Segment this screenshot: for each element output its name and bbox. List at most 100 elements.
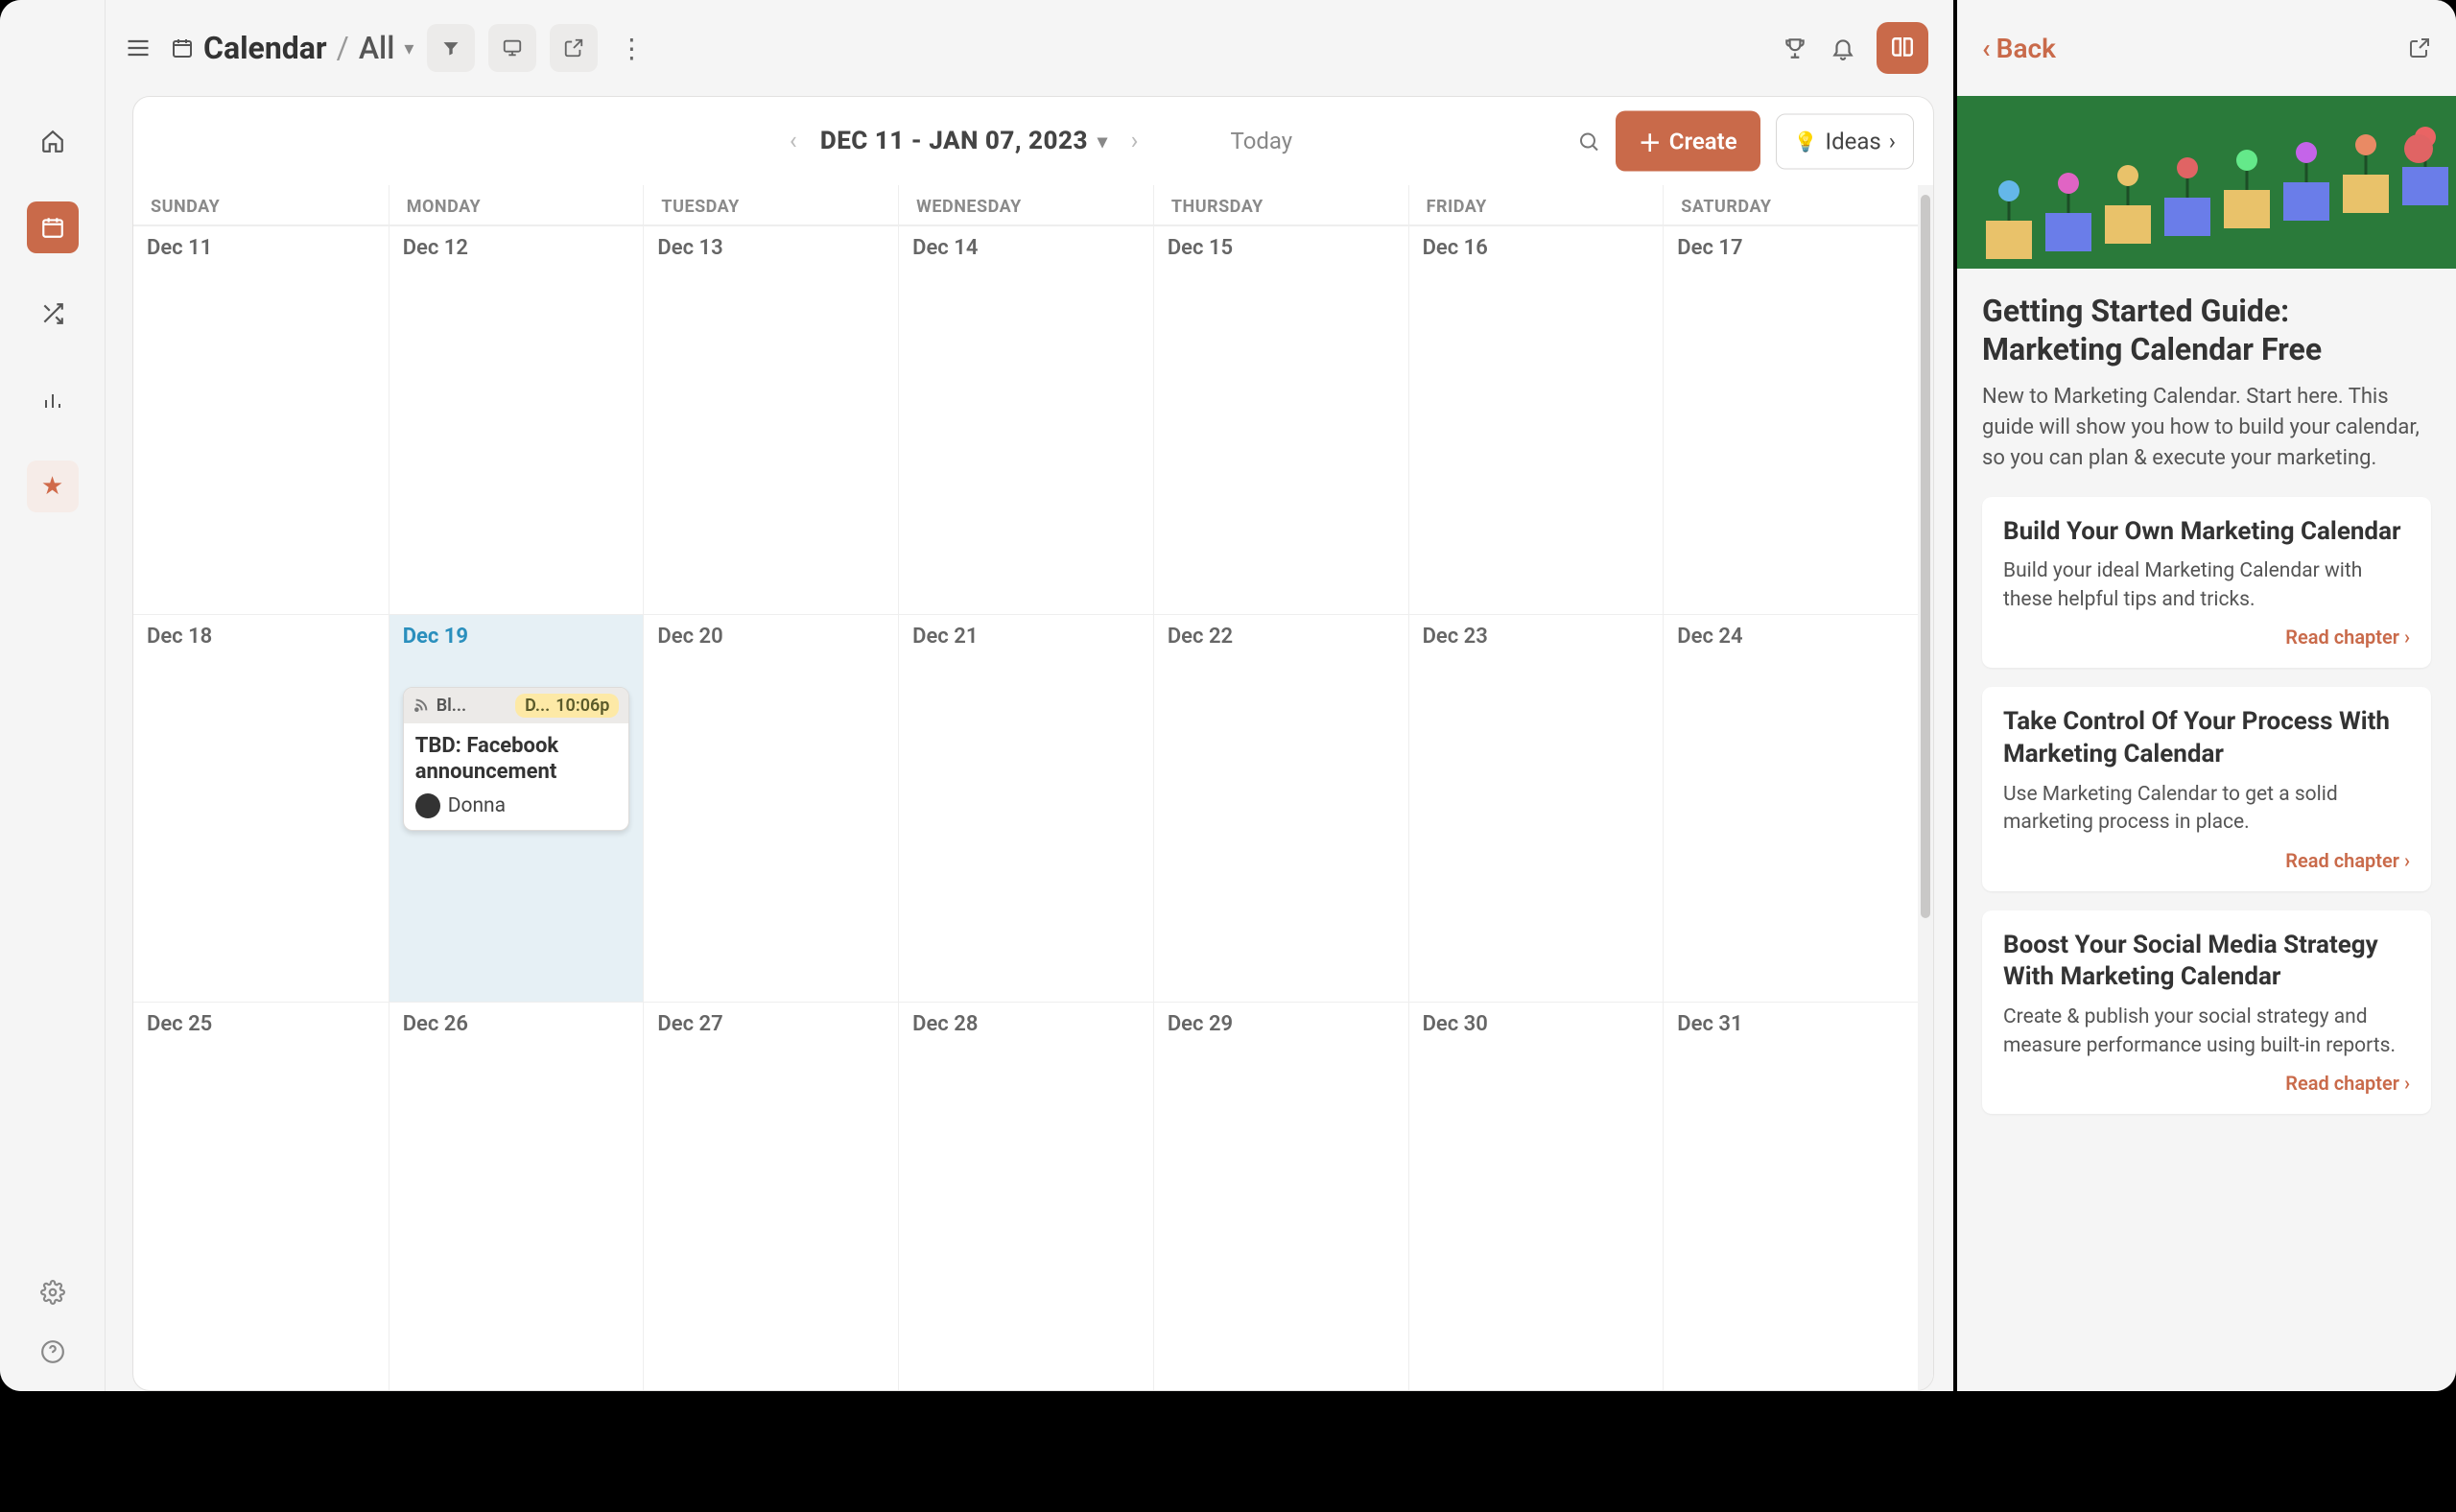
date-label: Dec 17 — [1677, 236, 1904, 260]
chapter-desc: Use Marketing Calendar to get a solid ma… — [2003, 781, 2410, 838]
date-label: Dec 20 — [657, 625, 885, 649]
avatar — [415, 793, 440, 818]
date-label: Dec 22 — [1168, 625, 1395, 649]
ideas-button[interactable]: 💡 Ideas › — [1776, 113, 1914, 169]
rss-icon — [413, 697, 429, 713]
calendar-cell[interactable]: Dec 16 — [1408, 226, 1664, 614]
chapter-title: Boost Your Social Media Strategy With Ma… — [2003, 930, 2410, 995]
date-label: Dec 23 — [1423, 625, 1650, 649]
calendar-icon — [171, 36, 194, 59]
date-label: Dec 21 — [912, 625, 1140, 649]
chapter-card[interactable]: Build Your Own Marketing CalendarBuild y… — [1982, 497, 2431, 669]
topbar: Calendar / All ▾ ⋮ — [106, 0, 1953, 96]
breadcrumb: Calendar / All ▾ — [171, 30, 413, 66]
chapter-desc: Build your ideal Marketing Calendar with… — [2003, 557, 2410, 614]
date-label: Dec 30 — [1423, 1012, 1650, 1036]
menu-toggle[interactable] — [115, 25, 161, 71]
nav-settings[interactable] — [40, 1280, 65, 1305]
hero-plant — [2224, 178, 2270, 228]
filter-button[interactable] — [427, 24, 475, 72]
hero-plant — [2045, 201, 2091, 251]
main-column: Calendar / All ▾ ⋮ — [106, 0, 1957, 1391]
date-label: Dec 19 — [403, 625, 630, 649]
scrollbar[interactable] — [1918, 185, 1933, 1390]
lightbulb-icon: 💡 — [1794, 130, 1818, 153]
date-label: Dec 13 — [657, 236, 885, 260]
calendar-cell[interactable]: Dec 19 Bl...D...10:06pTBD: Facebook annou… — [389, 615, 644, 1003]
calendar-cell[interactable]: Dec 20 — [643, 615, 898, 1003]
day-header: THURSDAY — [1153, 185, 1408, 224]
calendar-cell[interactable]: Dec 21 — [898, 615, 1153, 1003]
event-card[interactable]: Bl...D...10:06pTBD: Facebook announcemen… — [403, 687, 630, 831]
read-chapter-link[interactable]: Read chapter — [2003, 849, 2410, 872]
create-button[interactable]: ＋ Create — [1616, 111, 1760, 172]
nav-calendar[interactable] — [27, 201, 79, 253]
date-range-label: DEC 11 - JAN 07, 2023 — [820, 127, 1088, 155]
nav-analytics[interactable] — [27, 374, 79, 426]
chevron-left-icon: ‹ — [1982, 33, 1991, 64]
day-header: SATURDAY — [1663, 185, 1918, 224]
day-header: TUESDAY — [643, 185, 898, 224]
calendar-cell[interactable]: Dec 17 — [1663, 226, 1918, 614]
date-label: Dec 29 — [1168, 1012, 1395, 1036]
chapter-card[interactable]: Take Control Of Your Process With Market… — [1982, 687, 2431, 890]
guide-description: New to Marketing Calendar. Start here. T… — [1982, 382, 2431, 474]
calendar-cell[interactable]: Dec 15 — [1153, 226, 1408, 614]
date-label: Dec 25 — [147, 1012, 375, 1036]
calendar-cell[interactable]: Dec 28 — [898, 1003, 1153, 1390]
next-range[interactable]: › — [1116, 122, 1154, 160]
calendar-cell[interactable]: Dec 12 — [389, 226, 644, 614]
nav-home[interactable] — [27, 115, 79, 167]
nav-favorite[interactable]: ★ — [27, 461, 79, 512]
open-external-icon[interactable] — [2408, 36, 2431, 59]
back-button[interactable]: ‹ Back — [1982, 33, 2056, 64]
calendar-cell[interactable]: Dec 14 — [898, 226, 1153, 614]
date-label: Dec 14 — [912, 236, 1140, 260]
view-selector[interactable]: All — [359, 30, 395, 66]
calendar-cell[interactable]: Dec 24 — [1663, 615, 1918, 1003]
bell-icon[interactable] — [1819, 24, 1867, 72]
calendar-cell[interactable]: Dec 30 — [1408, 1003, 1664, 1390]
calendar-panel: ‹ DEC 11 - JAN 07, 2023 ▾ › Today — [132, 96, 1934, 1391]
page-title[interactable]: Calendar — [203, 30, 327, 66]
read-chapter-link[interactable]: Read chapter — [2003, 626, 2410, 649]
calendar-cell[interactable]: Dec 26 — [389, 1003, 644, 1390]
date-label: Dec 18 — [147, 625, 375, 649]
prev-range[interactable]: ‹ — [774, 122, 813, 160]
trophy-icon[interactable] — [1771, 24, 1819, 72]
display-button[interactable] — [488, 24, 536, 72]
calendar-cell[interactable]: Dec 13 — [643, 226, 898, 614]
event-owner: Donna — [415, 793, 618, 818]
more-menu[interactable]: ⋮ — [607, 24, 655, 72]
chapter-desc: Create & publish your social strategy an… — [2003, 1004, 2410, 1060]
ideas-label: Ideas — [1826, 128, 1881, 154]
calendar-cell[interactable]: Dec 11 — [133, 226, 389, 614]
breadcrumb-separator: / — [337, 30, 349, 66]
back-label: Back — [1996, 33, 2056, 64]
calendar-cell[interactable]: Dec 25 — [133, 1003, 389, 1390]
calendar-cell[interactable]: Dec 22 — [1153, 615, 1408, 1003]
search-icon[interactable] — [1577, 130, 1600, 153]
read-chapter-link[interactable]: Read chapter — [2003, 1072, 2410, 1095]
chevron-down-icon[interactable]: ▾ — [404, 36, 413, 59]
calendar-cell[interactable]: Dec 27 — [643, 1003, 898, 1390]
nav-help[interactable] — [40, 1339, 65, 1364]
today-button[interactable]: Today — [1231, 128, 1293, 154]
hero-plant — [2283, 171, 2329, 221]
calendar-cell[interactable]: Dec 29 — [1153, 1003, 1408, 1390]
guide-toggle[interactable] — [1877, 22, 1928, 74]
date-range-selector[interactable]: DEC 11 - JAN 07, 2023 ▾ — [813, 127, 1116, 155]
date-label: Dec 15 — [1168, 236, 1395, 260]
calendar-cell[interactable]: Dec 31 — [1663, 1003, 1918, 1390]
day-headers: SUNDAYMONDAYTUESDAYWEDNESDAYTHURSDAYFRID… — [133, 185, 1918, 225]
nav-shuffle[interactable] — [27, 288, 79, 340]
hero-plant — [2343, 163, 2389, 213]
calendar-cell[interactable]: Dec 18 — [133, 615, 389, 1003]
calendar-cell[interactable]: Dec 23 — [1408, 615, 1664, 1003]
chapter-card[interactable]: Boost Your Social Media Strategy With Ma… — [1982, 910, 2431, 1114]
date-label: Dec 31 — [1677, 1012, 1904, 1036]
date-label: Dec 11 — [147, 236, 375, 260]
share-button[interactable] — [550, 24, 598, 72]
day-header: MONDAY — [389, 185, 644, 224]
event-title: TBD: Facebook announcement — [415, 733, 618, 786]
